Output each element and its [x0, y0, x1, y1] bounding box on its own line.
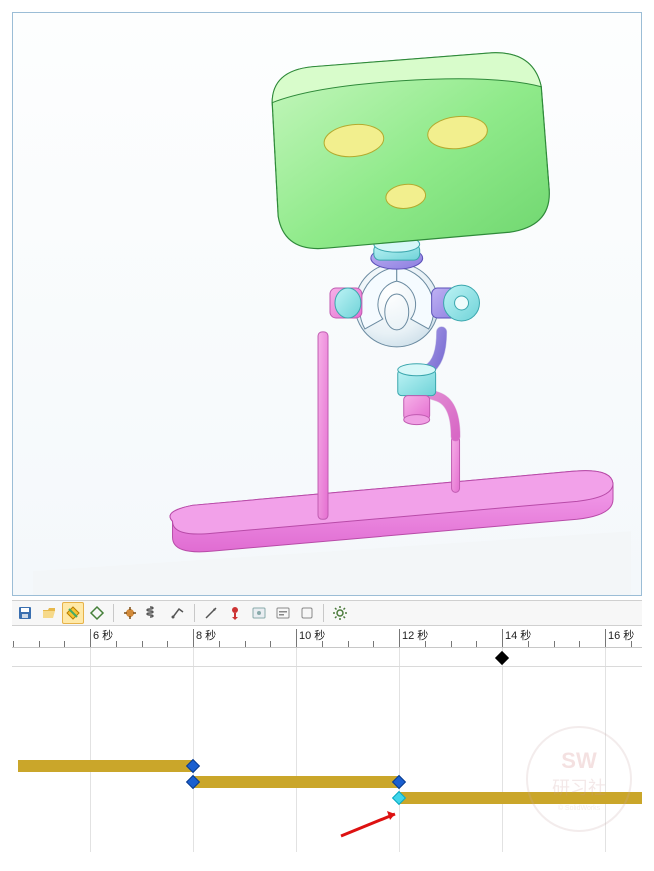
stand-right [452, 437, 460, 493]
gravity-icon[interactable] [224, 602, 246, 624]
open-icon[interactable] [38, 602, 60, 624]
stand-left [318, 332, 328, 519]
force-icon[interactable] [200, 602, 222, 624]
mate-ctrl-icon[interactable] [296, 602, 318, 624]
body-sphere [355, 263, 439, 347]
spring-icon[interactable] [143, 602, 165, 624]
motor-icon[interactable] [119, 602, 141, 624]
head [272, 53, 549, 249]
animation-track[interactable] [399, 792, 642, 804]
graphics-viewport[interactable] [12, 12, 642, 596]
save-icon[interactable] [14, 602, 36, 624]
shoulder-right [432, 285, 480, 321]
model-svg [13, 13, 641, 595]
animation-track[interactable] [193, 776, 399, 788]
time-ruler[interactable]: 6 秒8 秒10 秒12 秒14 秒16 秒 [12, 626, 642, 648]
cup [398, 364, 436, 425]
autokey-icon[interactable] [62, 602, 84, 624]
ruler-label: 8 秒 [196, 627, 216, 643]
timeline-area[interactable] [12, 648, 642, 852]
animation-track[interactable] [18, 760, 193, 772]
results-icon[interactable] [248, 602, 270, 624]
events-icon[interactable] [272, 602, 294, 624]
motion-toolbar [12, 600, 642, 626]
contact-icon[interactable] [167, 602, 189, 624]
shoulder-left [330, 288, 362, 318]
addkey-icon[interactable] [86, 602, 108, 624]
ruler-label: 6 秒 [93, 627, 113, 643]
settings-icon[interactable] [329, 602, 351, 624]
timeline-end-key[interactable] [495, 651, 509, 665]
callout-arrow [339, 808, 409, 838]
ruler-track: 6 秒8 秒10 秒12 秒14 秒16 秒 [12, 626, 642, 647]
